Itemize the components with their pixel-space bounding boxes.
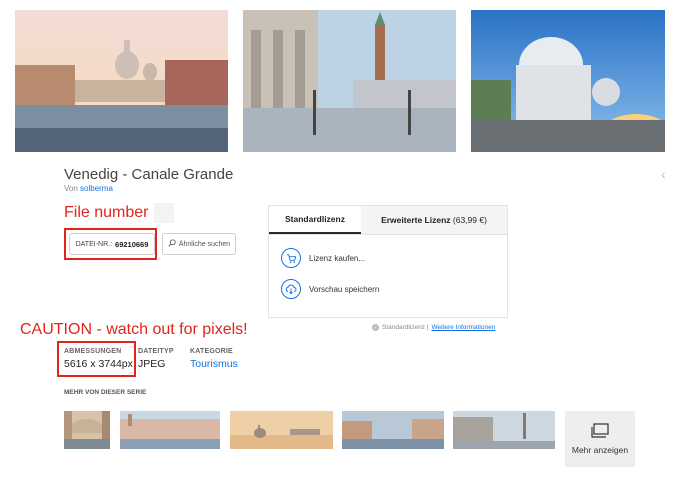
show-more-label: Mehr anzeigen [571, 445, 629, 455]
series-heading: MEHR VON DIESER SERIE [64, 389, 147, 396]
hero-image-piazzetta[interactable] [243, 10, 456, 152]
buy-license-label: Lizenz kaufen... [309, 253, 366, 263]
tab-extended-price: (63,99 €) [452, 215, 487, 225]
filetype-label: DATEITYP [138, 348, 174, 355]
category-label: KATEGORIE [190, 348, 233, 355]
save-preview-button[interactable]: Vorschau speichern [281, 279, 379, 299]
meta-dimensions: ABMESSUNGEN 5616 x 3744px [64, 348, 133, 370]
save-preview-label: Vorschau speichern [309, 284, 380, 294]
tab-standard-license[interactable]: Standardlizenz [269, 206, 361, 234]
by-prefix: Von [64, 184, 81, 193]
series-thumbnail[interactable] [230, 411, 333, 449]
file-number-value: 69210669 [115, 239, 149, 249]
license-note-text: Standardlizenz | [382, 324, 429, 331]
annotation-caution: CAUTION - watch out for pixels! [20, 321, 248, 338]
hero-image-salute[interactable] [471, 10, 665, 152]
tab-extended-label: Erweiterte Lizenz [381, 215, 451, 225]
license-tabs: Standardlizenz Erweiterte Lizenz (63,99 … [269, 206, 507, 235]
author-link[interactable]: solberma [80, 184, 113, 193]
category-link[interactable]: Tourismus [190, 358, 238, 370]
license-note: ✓ Standardlizenz | Weitere Informationen [372, 324, 495, 331]
more-info-link[interactable]: Weitere Informationen [432, 324, 496, 331]
license-panel: Standardlizenz Erweiterte Lizenz (63,99 … [268, 205, 508, 318]
show-more-button[interactable]: Mehr anzeigen [565, 411, 635, 467]
file-number-field[interactable]: DATEI-NR.: 69210669 [69, 233, 155, 255]
dimensions-value: 5616 x 3744px [64, 358, 133, 370]
stack-icon [590, 423, 610, 441]
filetype-value: JPEG [138, 358, 166, 370]
annotation-file-number: File number [64, 204, 149, 221]
tab-extended-license[interactable]: Erweiterte Lizenz (63,99 €) [361, 206, 507, 234]
series-thumbnail[interactable] [342, 411, 444, 449]
find-similar-button[interactable]: Ähnliche suchen [162, 233, 236, 255]
cloud-download-icon [281, 279, 301, 299]
hero-image-canal[interactable] [15, 10, 228, 152]
buy-license-button[interactable]: Lizenz kaufen... [281, 248, 365, 268]
annotation-backdrop [154, 203, 174, 223]
chevron-left-icon[interactable]: ‹ [661, 166, 666, 182]
meta-filetype: DATEITYP JPEG [138, 348, 174, 370]
asset-title: Venedig - Canale Grande [64, 166, 234, 183]
search-icon [168, 239, 176, 249]
author-byline: Von solberma [64, 184, 113, 193]
dimensions-label: ABMESSUNGEN [64, 348, 122, 355]
series-thumbnail[interactable] [120, 411, 220, 449]
cart-icon [281, 248, 301, 268]
series-thumbnail[interactable] [453, 411, 555, 449]
check-icon: ✓ [372, 324, 379, 331]
series-thumbnail[interactable] [64, 411, 110, 449]
meta-category: KATEGORIE Tourismus [190, 348, 238, 370]
find-similar-label: Ähnliche suchen [178, 240, 231, 248]
file-number-label: DATEI-NR.: [75, 240, 113, 248]
